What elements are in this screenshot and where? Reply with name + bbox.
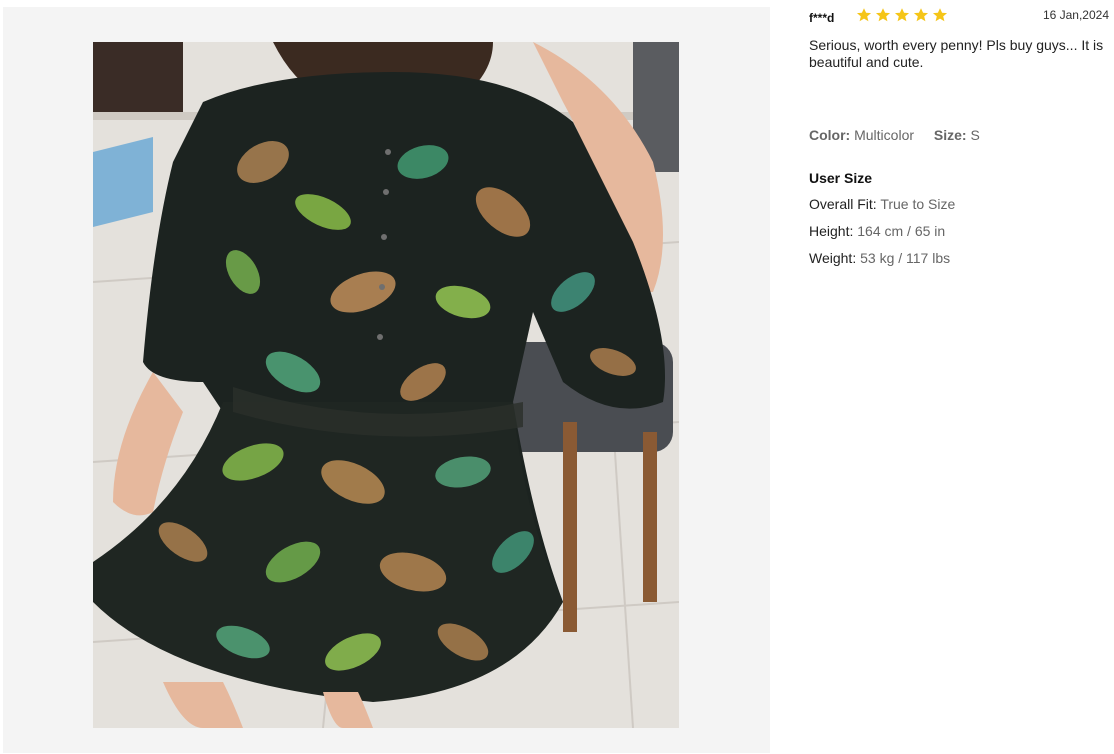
color-attribute: Color: Multicolor	[809, 127, 914, 143]
height-value: 164 cm / 65 in	[857, 223, 946, 239]
height-row: Height: 164 cm / 65 in	[809, 223, 955, 250]
review-details: f***d 16 Jan,2024 Serious, worth every p…	[809, 0, 1109, 754]
color-label: Color:	[809, 127, 851, 143]
overall-fit-label: Overall Fit:	[809, 196, 877, 212]
star-icon	[913, 8, 929, 22]
overall-fit-value: True to Size	[880, 196, 956, 212]
overall-fit-row: Overall Fit: True to Size	[809, 196, 955, 223]
review-photo-image	[93, 42, 679, 728]
user-size-title: User Size	[809, 170, 873, 186]
review-photo[interactable]	[93, 42, 679, 728]
star-icon	[932, 8, 948, 22]
review-image-panel	[3, 7, 770, 753]
user-size-list: Overall Fit: True to Size Height: 164 cm…	[809, 196, 955, 277]
star-rating	[856, 7, 948, 23]
review-date: 16 Jan,2024	[1042, 8, 1109, 22]
weight-label: Weight:	[809, 250, 857, 266]
star-icon	[875, 8, 891, 22]
star-icon	[856, 8, 872, 22]
color-value: Multicolor	[854, 127, 915, 143]
weight-value: 53 kg / 117 lbs	[860, 250, 951, 266]
purchase-attributes: Color: Multicolor Size: S	[809, 127, 980, 143]
size-value: S	[970, 127, 980, 143]
height-label: Height:	[809, 223, 854, 239]
review-header: f***d 16 Jan,2024	[809, 7, 1109, 27]
star-icon	[894, 8, 910, 22]
weight-row: Weight: 53 kg / 117 lbs	[809, 250, 955, 277]
review-comment: Serious, worth every penny! Pls buy guys…	[809, 37, 1104, 70]
reviewer-name: f***d	[809, 11, 835, 25]
size-label: Size:	[933, 127, 967, 143]
size-attribute: Size: S	[934, 127, 980, 143]
